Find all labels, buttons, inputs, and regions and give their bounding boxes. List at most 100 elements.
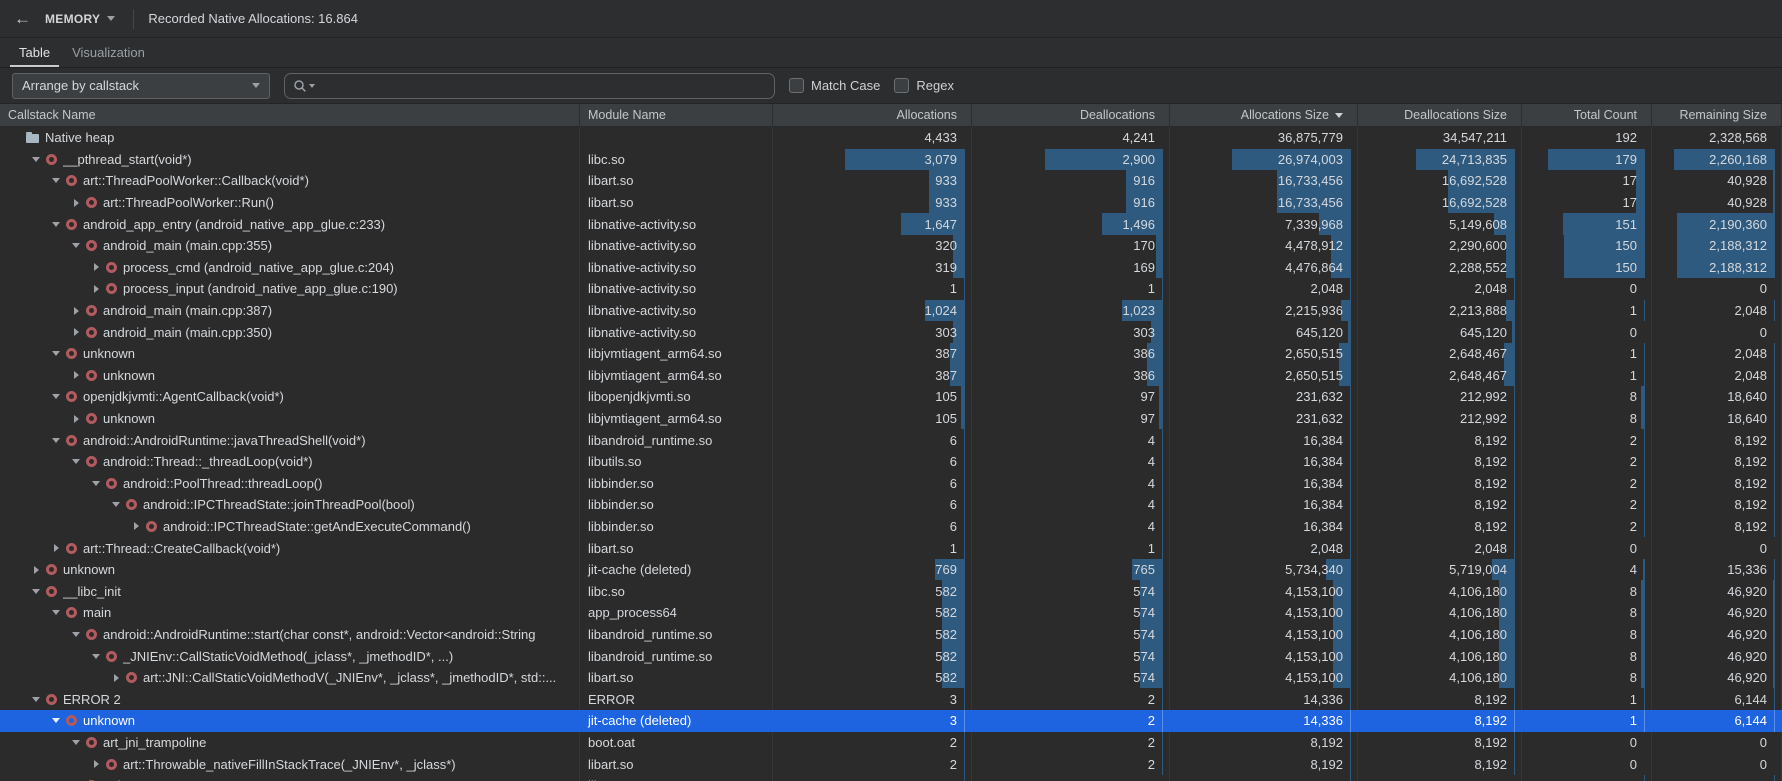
table-row[interactable]: android::PoolThread::threadLoop()libbind…	[0, 473, 1782, 495]
table-row[interactable]: art_jni_trampolineboot.oat228,1928,19200	[0, 732, 1782, 754]
expand-arrow-icon[interactable]	[68, 328, 84, 336]
table-row[interactable]: unknownlibart.so106,144016,144	[0, 775, 1782, 781]
expand-arrow-icon[interactable]	[48, 544, 64, 552]
callstack-cell: art::ThreadPoolWorker::Callback(void*)	[0, 170, 580, 192]
expand-arrow-icon[interactable]	[68, 199, 84, 207]
method-icon	[86, 240, 97, 251]
callstack-name: android::AndroidRuntime::javaThreadShell…	[83, 433, 366, 448]
table-row[interactable]: android_main (main.cpp:355)libnative-act…	[0, 235, 1782, 257]
table-row[interactable]: unknownlibjvmtiagent_arm64.so3873862,650…	[0, 343, 1782, 365]
collapse-arrow-icon[interactable]	[88, 481, 104, 486]
column-header-callstack[interactable]: Callstack Name	[0, 104, 580, 126]
table-row[interactable]: android_app_entry (android_native_app_gl…	[0, 213, 1782, 235]
allocations-cell: 6	[773, 451, 972, 473]
collapse-arrow-icon[interactable]	[88, 654, 104, 659]
table-row[interactable]: unknownlibjvmtiagent_arm64.so10597231,63…	[0, 408, 1782, 430]
expand-arrow-icon[interactable]	[108, 674, 124, 682]
table-row[interactable]: android::AndroidRuntime::javaThreadShell…	[0, 429, 1782, 451]
collapse-arrow-icon[interactable]	[48, 351, 64, 356]
column-header-remaining_size[interactable]: Remaining Size	[1652, 104, 1782, 126]
collapse-arrow-icon[interactable]	[28, 157, 44, 162]
search-field[interactable]	[284, 73, 775, 99]
collapse-arrow-icon[interactable]	[28, 589, 44, 594]
table-row[interactable]: android_main (main.cpp:350)libnative-act…	[0, 321, 1782, 343]
column-header-alloc_size[interactable]: Allocations Size	[1170, 104, 1358, 126]
table-row[interactable]: _JNIEnv::CallStaticVoidMethod(_jclass*, …	[0, 645, 1782, 667]
value-text: 2,190,360	[1709, 217, 1781, 232]
table-row[interactable]: android::Thread::_threadLoop(void*)libut…	[0, 451, 1782, 473]
back-button[interactable]: ←	[14, 10, 31, 27]
value-text: 0	[1760, 757, 1781, 772]
table-row[interactable]: __libc_initlibc.so5825744,153,1004,106,1…	[0, 580, 1782, 602]
regex-checkbox[interactable]	[894, 78, 909, 93]
allocations-cell: 6	[773, 473, 972, 495]
table-row[interactable]: art::Throwable_nativeFillInStackTrace(_J…	[0, 753, 1782, 775]
column-header-deallocations[interactable]: Deallocations	[972, 104, 1170, 126]
table-row[interactable]: android::IPCThreadState::getAndExecuteCo…	[0, 516, 1782, 538]
expand-arrow-icon[interactable]	[88, 285, 104, 293]
value-text: 386	[1133, 346, 1169, 361]
expand-arrow-icon[interactable]	[68, 371, 84, 379]
collapse-arrow-icon[interactable]	[48, 718, 64, 723]
collapse-arrow-icon[interactable]	[48, 178, 64, 183]
table-row[interactable]: ERROR 2ERROR3214,3368,19216,144	[0, 688, 1782, 710]
collapse-arrow-icon[interactable]	[68, 459, 84, 464]
column-header-module[interactable]: Module Name	[580, 104, 773, 126]
dealloc_size-cell: 8,192	[1358, 429, 1522, 451]
table-row[interactable]: android::IPCThreadState::joinThreadPool(…	[0, 494, 1782, 516]
value-text: 8,192	[1474, 497, 1521, 512]
table-row[interactable]: Native heap4,4334,24136,875,77934,547,21…	[0, 127, 1782, 149]
table-row[interactable]: art::Thread::CreateCallback(void*)libart…	[0, 537, 1782, 559]
expand-arrow-icon[interactable]	[28, 566, 44, 574]
dealloc_size-cell: 0	[1358, 775, 1522, 781]
callstack-name: __libc_init	[63, 584, 121, 599]
table-row[interactable]: __pthread_start(void*)libc.so3,0792,9002…	[0, 149, 1782, 171]
table-row[interactable]: unknownjit-cache (deleted)7697655,734,34…	[0, 559, 1782, 581]
expand-arrow-icon[interactable]	[88, 760, 104, 768]
collapse-arrow-icon[interactable]	[48, 610, 64, 615]
table-row[interactable]: unknownjit-cache (deleted)3214,3368,1921…	[0, 710, 1782, 732]
table-row[interactable]: unknownlibjvmtiagent_arm64.so3873862,650…	[0, 365, 1782, 387]
value-text: 2,048	[1474, 281, 1521, 296]
arrange-by-dropdown[interactable]: Arrange by callstack	[12, 73, 270, 99]
table-row[interactable]: android::AndroidRuntime::start(char cons…	[0, 624, 1782, 646]
table-row[interactable]: openjdkjvmti::AgentCallback(void*)libope…	[0, 386, 1782, 408]
collapse-arrow-icon[interactable]	[108, 502, 124, 507]
match-case-option[interactable]: Match Case	[789, 78, 880, 93]
table-row[interactable]: art::ThreadPoolWorker::Run()libart.so933…	[0, 192, 1782, 214]
expand-arrow-icon[interactable]	[68, 415, 84, 423]
remaining_size-cell: 40,928	[1652, 192, 1782, 214]
collapse-arrow-icon[interactable]	[48, 222, 64, 227]
regex-option[interactable]: Regex	[894, 78, 954, 93]
expand-arrow-icon[interactable]	[128, 522, 144, 530]
collapse-arrow-icon[interactable]	[68, 632, 84, 637]
value-text: 26,974,003	[1278, 152, 1357, 167]
expand-arrow-icon[interactable]	[68, 307, 84, 315]
value-text: 1	[1630, 713, 1651, 728]
search-history-button[interactable]	[293, 79, 315, 93]
tab-table[interactable]: Table	[8, 38, 61, 67]
table-row[interactable]: art::JNI::CallStaticVoidMethodV(_JNIEnv*…	[0, 667, 1782, 689]
collapse-arrow-icon[interactable]	[28, 697, 44, 702]
memory-session-dropdown[interactable]: MEMORY	[41, 12, 119, 26]
collapse-arrow-icon[interactable]	[68, 740, 84, 745]
table-row[interactable]: process_input (android_native_app_glue.c…	[0, 278, 1782, 300]
search-input[interactable]	[318, 78, 766, 93]
value-text: 4,106,180	[1449, 670, 1521, 685]
value-text: 5,734,340	[1285, 562, 1357, 577]
column-header-total_count[interactable]: Total Count	[1522, 104, 1652, 126]
column-header-allocations[interactable]: Allocations	[773, 104, 972, 126]
expand-arrow-icon[interactable]	[88, 263, 104, 271]
value-text: 8,192	[1474, 757, 1521, 772]
table-row[interactable]: process_cmd (android_native_app_glue.c:2…	[0, 257, 1782, 279]
table-row[interactable]: mainapp_process645825744,153,1004,106,18…	[0, 602, 1782, 624]
column-header-dealloc_size[interactable]: Deallocations Size	[1358, 104, 1522, 126]
collapse-arrow-icon[interactable]	[48, 394, 64, 399]
value-text: 8,192	[1474, 476, 1521, 491]
collapse-arrow-icon[interactable]	[68, 243, 84, 248]
collapse-arrow-icon[interactable]	[48, 438, 64, 443]
table-row[interactable]: art::ThreadPoolWorker::Callback(void*)li…	[0, 170, 1782, 192]
tab-visualization[interactable]: Visualization	[61, 38, 156, 67]
table-row[interactable]: android_main (main.cpp:387)libnative-act…	[0, 300, 1782, 322]
match-case-checkbox[interactable]	[789, 78, 804, 93]
